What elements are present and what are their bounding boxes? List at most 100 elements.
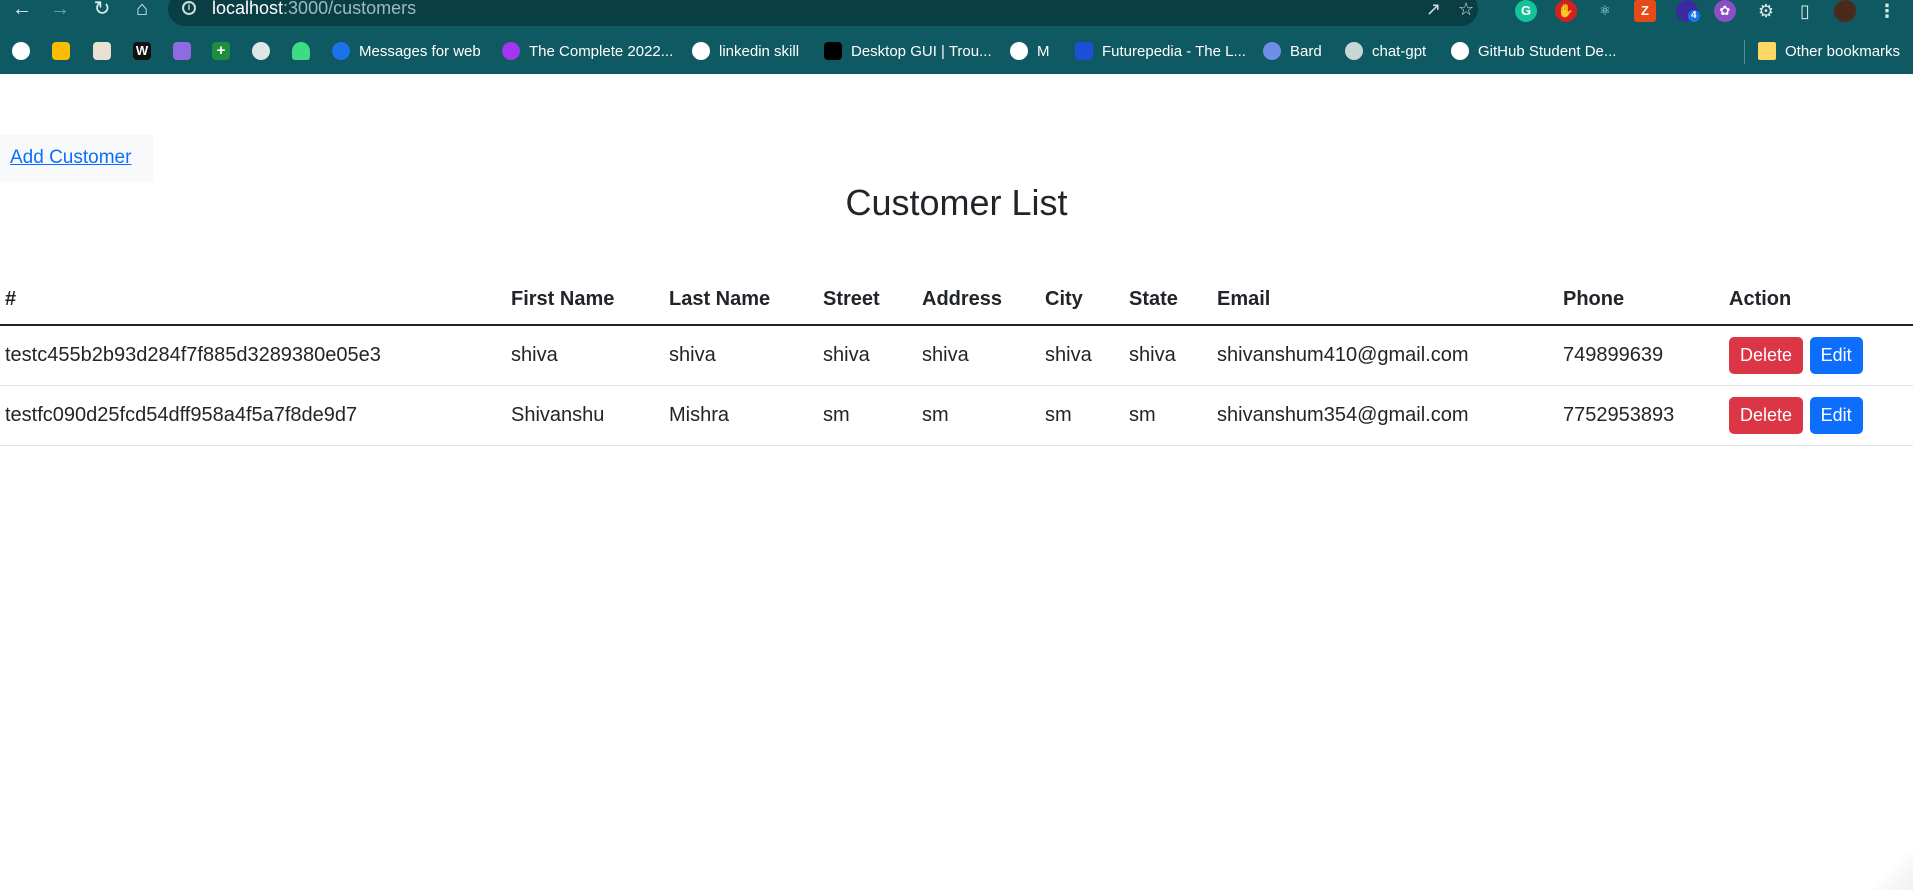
bookmarks-divider — [1744, 40, 1745, 64]
bookmark-android[interactable] — [292, 42, 319, 60]
bookmark-label: M — [1037, 42, 1050, 60]
forward-arrow-icon[interactable]: → — [48, 0, 72, 24]
cell-street: sm — [818, 385, 917, 446]
bookmark-globe[interactable] — [252, 42, 279, 60]
column-header-first-name: First Name — [506, 274, 664, 326]
udemy-icon — [502, 42, 520, 60]
cell-city: shiva — [1040, 325, 1124, 386]
browser-toolbar: ← → ↻ ⌂ i localhost:3000/customers ↗ ☆ G… — [0, 0, 1913, 30]
bookmark-label: Messages for web — [359, 42, 481, 60]
bookmark-chat-gpt[interactable]: chat-gpt — [1345, 42, 1426, 60]
bookmark-label: Futurepedia - The L... — [1102, 42, 1246, 60]
bookmark-udemy[interactable]: The Complete 2022... — [502, 42, 673, 60]
bookmark-w[interactable]: W — [133, 42, 160, 60]
bookmark-desktop-gui[interactable]: Desktop GUI | Trou... — [824, 42, 992, 60]
address-bar[interactable]: i localhost:3000/customers ↗ ☆ — [168, 0, 1478, 26]
cell-state: shiva — [1124, 325, 1212, 386]
extension-badge-count: 4 — [1688, 10, 1700, 22]
column-header-email: Email — [1212, 274, 1558, 326]
cell-email: shivanshum354@gmail.com — [1212, 385, 1558, 446]
table-row: testc455b2b93d284f7f885d3289380e05e3 shi… — [0, 325, 1913, 386]
column-header-address: Address — [917, 274, 1040, 326]
column-header-phone: Phone — [1558, 274, 1724, 326]
edit-button[interactable]: Edit — [1809, 337, 1863, 374]
brain-extension-icon[interactable]: ✿ — [1714, 0, 1736, 22]
other-bookmarks[interactable]: Other bookmarks — [1758, 42, 1900, 60]
profile-avatar-icon[interactable] — [1834, 0, 1856, 22]
edit-button[interactable]: Edit — [1809, 397, 1863, 434]
url-text[interactable]: localhost:3000/customers — [212, 0, 416, 19]
page-content: Add Customer Customer List # First Name … — [0, 74, 1913, 890]
extension-badge-icon[interactable]: 4 — [1676, 0, 1700, 22]
cell-city: sm — [1040, 385, 1124, 446]
bookmark-label: GitHub Student De... — [1478, 42, 1617, 60]
cell-last-name: Mishra — [664, 385, 818, 446]
delete-button[interactable]: Delete — [1729, 337, 1804, 374]
add-customer-link[interactable]: Add Customer — [10, 147, 131, 169]
column-header-street: Street — [818, 274, 917, 326]
cell-action: Delete Edit — [1724, 385, 1913, 446]
cell-action: Delete Edit — [1724, 325, 1913, 386]
other-bookmarks-label: Other bookmarks — [1785, 42, 1901, 60]
bookmark-image[interactable] — [93, 42, 120, 60]
bookmarks-bar: W + Messages for web The Complete 2022..… — [0, 30, 1913, 74]
w-icon: W — [133, 42, 151, 60]
adblock-icon[interactable]: ✋ — [1555, 0, 1577, 22]
cell-last-name: shiva — [664, 325, 818, 386]
github-icon — [692, 42, 710, 60]
google-icon — [12, 42, 30, 60]
chatgpt-icon — [1345, 42, 1363, 60]
corner-shadow — [1853, 850, 1913, 890]
column-header-city: City — [1040, 274, 1124, 326]
share-icon[interactable]: ↗ — [1426, 0, 1441, 20]
cell-first-name: shiva — [506, 325, 664, 386]
bookmark-google[interactable] — [12, 42, 39, 60]
bookmark-icon — [824, 42, 842, 60]
bookmark-image-icon — [93, 42, 111, 60]
bookmark-label: chat-gpt — [1372, 42, 1427, 60]
add-customer-container: Add Customer — [0, 135, 153, 182]
bookmark-github-student[interactable]: GitHub Student De... — [1451, 42, 1616, 60]
grammarly-icon[interactable]: G — [1515, 0, 1537, 22]
cell-state: sm — [1124, 385, 1212, 446]
bookmark-linkedin-skill[interactable]: linkedin skill — [692, 42, 799, 60]
cell-email: shivanshum410@gmail.com — [1212, 325, 1558, 386]
column-header-action: Action — [1724, 274, 1913, 326]
bookmark-plus[interactable]: + — [212, 42, 239, 60]
side-panel-icon[interactable]: ▯ — [1794, 0, 1816, 22]
site-info-icon[interactable]: i — [182, 1, 196, 15]
cell-id: testc455b2b93d284f7f885d3289380e05e3 — [0, 325, 506, 386]
cell-phone: 749899639 — [1558, 325, 1724, 386]
cell-phone: 7752953893 — [1558, 385, 1724, 446]
column-header-state: State — [1124, 274, 1212, 326]
android-icon — [292, 42, 310, 60]
extension-z-icon[interactable]: Z — [1634, 0, 1656, 22]
bookmark-bard[interactable]: Bard — [1263, 42, 1322, 60]
cell-id: testfc090d25fcd54dff958a4f5a7f8de9d7 — [0, 385, 506, 446]
back-arrow-icon[interactable]: ← — [10, 0, 34, 24]
bard-icon — [1263, 42, 1281, 60]
star-icon[interactable]: ☆ — [1458, 0, 1474, 20]
cell-address: shiva — [917, 325, 1040, 386]
url-host: localhost — [212, 0, 284, 18]
column-header-id: # — [0, 274, 506, 326]
bookmark-colorful[interactable] — [173, 42, 200, 60]
react-devtools-icon[interactable]: ⚛ — [1594, 0, 1616, 22]
futurepedia-icon — [1075, 42, 1093, 60]
bookmark-futurepedia[interactable]: Futurepedia - The L... — [1075, 42, 1246, 60]
extensions-puzzle-icon[interactable]: ⚙ — [1755, 0, 1777, 22]
cell-address: sm — [917, 385, 1040, 446]
url-path: :3000/customers — [283, 0, 417, 18]
menu-kebab-icon[interactable]: ⋮ — [1876, 0, 1898, 22]
cell-street: shiva — [818, 325, 917, 386]
home-icon[interactable]: ⌂ — [130, 0, 154, 24]
github-icon — [1451, 42, 1469, 60]
reload-icon[interactable]: ↻ — [90, 0, 114, 24]
column-header-last-name: Last Name — [664, 274, 818, 326]
bookmark-google-ads[interactable] — [52, 42, 79, 60]
bookmark-m[interactable]: M — [1010, 42, 1050, 60]
cell-first-name: Shivanshu — [506, 385, 664, 446]
bookmark-label: The Complete 2022... — [529, 42, 674, 60]
delete-button[interactable]: Delete — [1729, 397, 1804, 434]
bookmark-messages[interactable]: Messages for web — [332, 42, 481, 60]
